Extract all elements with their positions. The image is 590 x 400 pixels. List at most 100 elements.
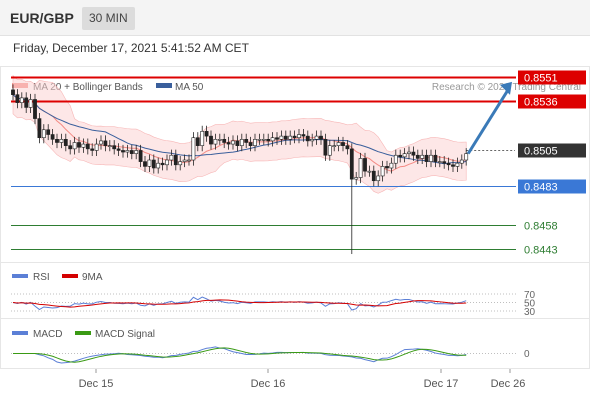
candle-body bbox=[323, 139, 328, 156]
candle-body bbox=[253, 139, 257, 146]
candle-body bbox=[99, 140, 103, 145]
candle-body bbox=[297, 134, 301, 139]
candle-body bbox=[213, 139, 218, 145]
rsi-ma-legend-swatch bbox=[62, 274, 78, 278]
candle-body bbox=[376, 175, 381, 182]
candle-body bbox=[261, 139, 266, 141]
candle-body bbox=[354, 177, 359, 180]
candle-body bbox=[288, 135, 293, 140]
candle-body bbox=[451, 164, 455, 167]
candle-body bbox=[393, 154, 398, 164]
x-axis-tick-label: Dec 16 bbox=[251, 378, 286, 390]
candle-body bbox=[138, 150, 143, 162]
candle-body bbox=[239, 139, 244, 146]
candle-body bbox=[389, 162, 394, 169]
candle-body bbox=[33, 99, 37, 119]
candle-body bbox=[437, 161, 442, 163]
macd-line bbox=[13, 346, 467, 364]
candle-body bbox=[270, 137, 275, 142]
candle-body bbox=[345, 145, 350, 150]
green-level-label: 0.8458 bbox=[524, 221, 558, 233]
candle-body bbox=[77, 142, 81, 148]
candle-body bbox=[283, 135, 288, 140]
candle-body bbox=[446, 162, 451, 166]
resistance-level-label: 0.8551 bbox=[524, 73, 558, 85]
candle-body bbox=[336, 142, 341, 146]
candle-body bbox=[121, 150, 125, 153]
candle-body bbox=[182, 159, 187, 162]
candle-body bbox=[50, 134, 55, 140]
candle-body bbox=[129, 150, 134, 154]
candle-body bbox=[402, 153, 407, 158]
macd-signal-legend-swatch bbox=[75, 331, 91, 335]
candle-body bbox=[169, 154, 174, 161]
candle-body bbox=[279, 135, 284, 140]
macd-signal-line bbox=[13, 347, 467, 363]
candle-body bbox=[72, 142, 77, 150]
candle-body bbox=[28, 99, 33, 108]
candle-body bbox=[187, 159, 191, 162]
support-level-label: 0.8483 bbox=[524, 182, 558, 194]
candle-body bbox=[68, 145, 73, 150]
candle-body bbox=[455, 162, 460, 167]
candle-body bbox=[319, 135, 323, 140]
candle-body bbox=[327, 145, 332, 156]
candle-body bbox=[257, 139, 262, 141]
candle-body bbox=[41, 129, 46, 139]
candle-body bbox=[37, 118, 42, 139]
candle-body bbox=[59, 139, 64, 143]
candle-body bbox=[226, 142, 231, 145]
candle-body bbox=[178, 161, 183, 166]
candle-body bbox=[349, 148, 354, 180]
candle-body bbox=[81, 143, 86, 148]
x-axis-tick-label: Dec 26 bbox=[491, 378, 526, 390]
candle-body bbox=[151, 159, 156, 169]
candle-body bbox=[204, 131, 209, 137]
candle-body bbox=[310, 139, 315, 142]
x-axis-tick-label: Dec 15 bbox=[79, 378, 114, 390]
candle-body bbox=[134, 150, 139, 154]
candle-body bbox=[429, 154, 433, 162]
candle-body bbox=[209, 135, 213, 145]
candle-body bbox=[15, 94, 20, 103]
candle-body bbox=[85, 143, 90, 150]
candle-body bbox=[407, 151, 411, 154]
macd-panel-frame bbox=[0, 318, 590, 369]
target-arrow-shaft bbox=[466, 89, 510, 155]
macd-legend-label: MACD bbox=[33, 329, 62, 340]
candle-body bbox=[459, 159, 464, 164]
candle-body bbox=[244, 139, 249, 143]
candle-body bbox=[107, 145, 112, 147]
candle-body bbox=[305, 135, 310, 142]
candle-body bbox=[63, 139, 68, 146]
candle-body bbox=[415, 154, 420, 159]
candle-body bbox=[235, 140, 240, 146]
candle-body bbox=[103, 140, 108, 146]
candle-body bbox=[424, 154, 429, 162]
rsi-legend-label: RSI bbox=[33, 272, 50, 283]
ma50-legend-swatch bbox=[156, 83, 172, 88]
candle-body bbox=[248, 142, 253, 146]
candle-body bbox=[112, 145, 117, 150]
x-axis-tick-label: Dec 17 bbox=[424, 378, 459, 390]
last-price-label: 0.8505 bbox=[524, 146, 558, 158]
candle-body bbox=[46, 129, 51, 135]
macd-legend-swatch bbox=[12, 331, 28, 335]
candle-body bbox=[292, 135, 297, 139]
candle-body bbox=[301, 134, 306, 137]
candle-body bbox=[55, 139, 59, 143]
macd-signal-legend-label: MACD Signal bbox=[95, 329, 155, 340]
candle-body bbox=[398, 154, 403, 158]
candle-body bbox=[367, 170, 372, 173]
candle-body bbox=[464, 153, 469, 161]
rsi-panel-frame bbox=[0, 262, 590, 319]
candle-body bbox=[217, 139, 222, 141]
candle-body bbox=[341, 142, 345, 146]
candle-body bbox=[442, 161, 447, 164]
candle-body bbox=[143, 161, 147, 167]
candle-body bbox=[222, 139, 227, 143]
candle-body bbox=[385, 166, 389, 169]
resistance-level-label: 0.8536 bbox=[524, 97, 558, 109]
rsi-level-label: 30 bbox=[524, 307, 536, 318]
candle-body bbox=[125, 150, 130, 153]
